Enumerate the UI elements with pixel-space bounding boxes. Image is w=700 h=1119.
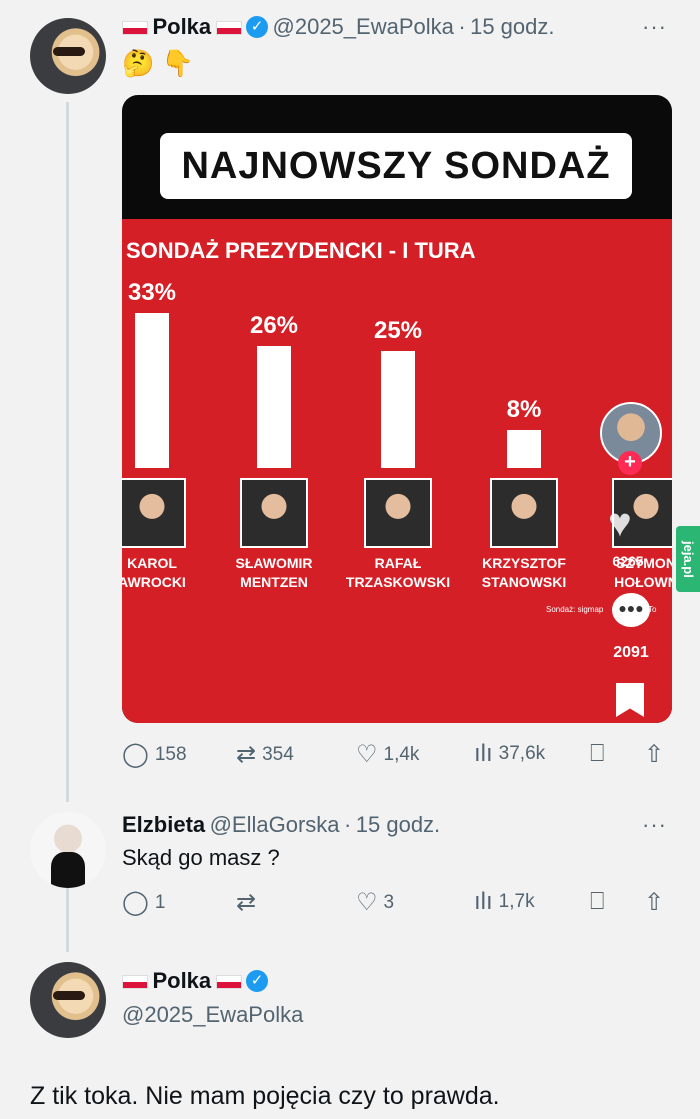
- share-icon: ⇧: [644, 889, 665, 916]
- avatar-elzbieta[interactable]: [30, 812, 106, 888]
- candidate-photo: [490, 478, 558, 548]
- reply-time[interactable]: 15 godz.: [356, 812, 440, 837]
- comments-count: 2091: [613, 644, 649, 661]
- chart-bar: [135, 313, 169, 468]
- chart-value-label: 25%: [373, 316, 423, 344]
- partial-like-count: 6265: [612, 553, 644, 569]
- candidate-name: KRZYSZTOF STANOWSKI: [481, 555, 567, 590]
- reply-button[interactable]: ◯ 1: [122, 888, 165, 917]
- candidate-name: RAFAŁ TRZASKOWSKI: [345, 555, 451, 590]
- chart-background: [122, 219, 672, 723]
- more-options-icon[interactable]: ···: [642, 14, 667, 40]
- like-count: 1,4k: [383, 743, 420, 765]
- separator-dot: ·: [458, 14, 466, 39]
- follow-plus-icon[interactable]: +: [618, 451, 642, 475]
- retweet-icon: ⇄: [236, 741, 257, 768]
- reply-icon: ◯: [122, 741, 149, 768]
- views-icon: ılı: [474, 740, 493, 767]
- avatar-polka[interactable]: [30, 962, 106, 1038]
- retweet-count: 354: [262, 743, 294, 765]
- reply-count: 1: [154, 891, 166, 913]
- tweet3-header: Polka ✓: [122, 968, 269, 995]
- tweet3-text: Z tik toka. Nie mam pojęcia czy to prawd…: [30, 1082, 500, 1110]
- chart-bar: [507, 430, 541, 468]
- retweet-button[interactable]: ⇄: [236, 888, 262, 917]
- tweet3-handle[interactable]: @2025_EwaPolka: [122, 1002, 303, 1028]
- verified-badge-icon: ✓: [246, 15, 269, 38]
- reply-count: 158: [154, 743, 187, 765]
- thread-line-1: [66, 102, 69, 802]
- candidate-name: KAROL AWROCKI: [122, 555, 186, 590]
- poland-flag-icon: [215, 20, 242, 35]
- tweet1-header: Polka ✓ @2025_EwaPolka · 15 godz.: [122, 14, 555, 41]
- chart-value-label: 33%: [127, 279, 177, 306]
- reply-text: Skąd go masz ?: [122, 845, 280, 870]
- author-name[interactable]: Polka: [152, 968, 211, 993]
- reply-author-name[interactable]: Elzbieta: [122, 812, 205, 837]
- views-count: 1,7k: [498, 891, 535, 912]
- share-button[interactable]: ⇧: [644, 740, 664, 769]
- share-icon: ⇧: [644, 741, 665, 768]
- like-count: 3: [383, 891, 395, 913]
- tweet-time[interactable]: 15 godz.: [470, 14, 554, 39]
- comments-icon[interactable]: ●●●: [612, 593, 650, 627]
- reply-author-handle[interactable]: @EllaGorska: [210, 812, 340, 837]
- poland-flag-icon: [215, 974, 242, 989]
- chart-value-label: 26%: [249, 311, 299, 339]
- candidate-photo: [240, 478, 308, 548]
- retweet-button[interactable]: ⇄ 354: [236, 740, 294, 769]
- views-button[interactable]: ılı 1,7k: [474, 888, 535, 916]
- separator-dot: ·: [343, 812, 352, 837]
- like-button[interactable]: ♡ 1,4k: [356, 740, 419, 769]
- chart-bar: [381, 350, 415, 468]
- chart-bar: [257, 345, 291, 468]
- more-options-icon[interactable]: ···: [642, 812, 667, 838]
- bookmark-icon: ⎕: [590, 888, 605, 915]
- bookmark-icon: ⎕: [590, 740, 605, 767]
- like-heart-icon[interactable]: ♥: [608, 501, 632, 546]
- reply-icon: ◯: [122, 889, 149, 916]
- chart-title: SONDAŻ PREZYDENCKI - I TURA: [126, 238, 476, 263]
- views-icon: ılı: [474, 888, 493, 915]
- views-count: 37,6k: [498, 743, 546, 764]
- views-button[interactable]: ılı 37,6k: [474, 740, 545, 768]
- reply-header: Elzbieta @EllaGorska · 15 godz.: [122, 812, 440, 838]
- tweet1-actions: ◯ 158 ⇄ 354 ♡ 1,4k ılı 37,6k ⎕ ⇧: [122, 740, 672, 770]
- poland-flag-icon: [122, 974, 148, 989]
- chart-value-label: 8%: [506, 396, 542, 424]
- author-handle[interactable]: @2025_EwaPolka: [273, 14, 454, 39]
- tweet1-text: 🤔 👇: [122, 48, 194, 78]
- author-name[interactable]: Polka: [152, 14, 211, 39]
- heart-icon: ♡: [356, 889, 378, 916]
- poland-flag-icon: [122, 20, 148, 35]
- candidate-name: SŁAWOMIR MENTZEN: [235, 555, 313, 590]
- candidate-photo: [364, 478, 432, 548]
- reply-actions: ◯ 1 ⇄ ♡ 3 ılı 1,7k ⎕ ⇧: [122, 888, 672, 918]
- share-button[interactable]: ⇧: [644, 888, 664, 917]
- avatar-polka[interactable]: [30, 18, 106, 94]
- reply-button[interactable]: ◯ 158: [122, 740, 187, 769]
- bookmark-button[interactable]: ⎕: [590, 888, 604, 916]
- candidate-photo: [122, 478, 186, 548]
- bookmark-button[interactable]: ⎕: [590, 740, 604, 768]
- tweet-media[interactable]: NAJNOWSZY SONDAŻ SONDAŻ PREZYDENCKI - I …: [122, 95, 672, 723]
- like-button[interactable]: ♡ 3: [356, 888, 394, 917]
- jeja-watermark: jeja.pl: [676, 526, 700, 592]
- verified-badge-icon: ✓: [246, 969, 269, 992]
- media-banner: NAJNOWSZY SONDAŻ: [160, 133, 632, 199]
- heart-icon: ♡: [356, 741, 378, 768]
- retweet-icon: ⇄: [236, 889, 257, 916]
